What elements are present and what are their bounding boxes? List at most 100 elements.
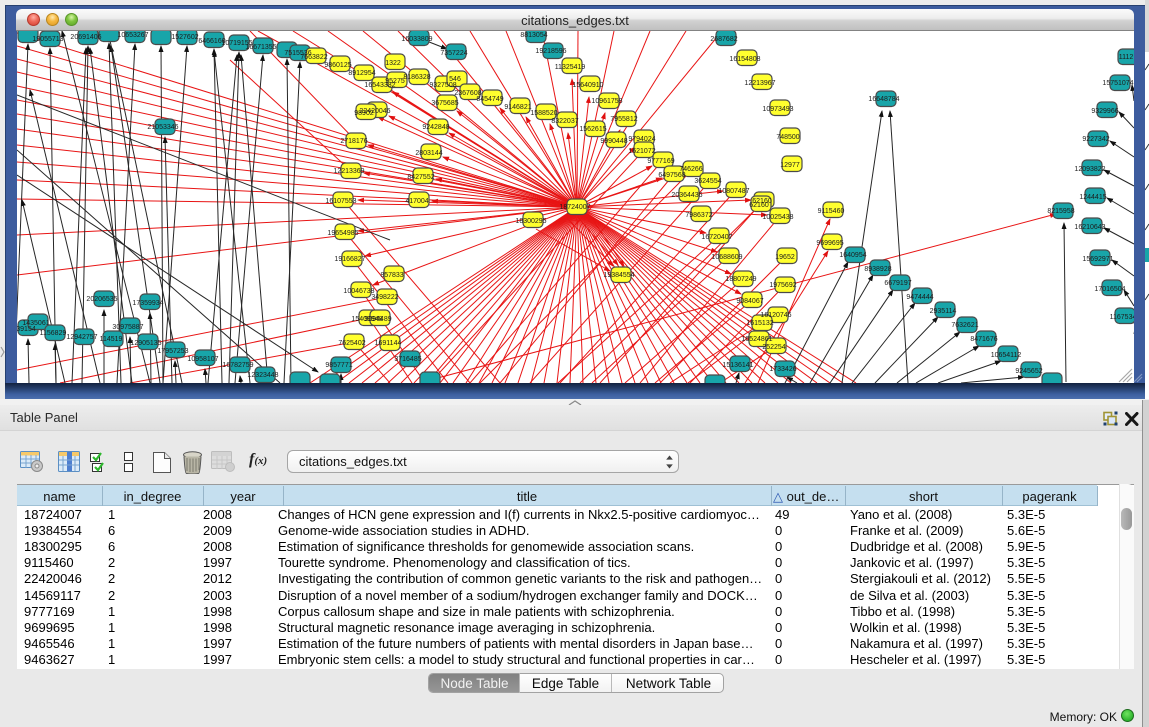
svg-text:3675685: 3675685: [431, 100, 458, 107]
svg-text:16782759: 16782759: [222, 362, 253, 369]
svg-text:16120746: 16120746: [760, 312, 791, 319]
svg-text:1588520: 1588520: [530, 110, 557, 117]
svg-text:1435061: 1435061: [22, 320, 49, 327]
svg-text:9699695: 9699695: [816, 240, 843, 247]
svg-text:16671355: 16671355: [245, 44, 276, 51]
svg-text:15751074: 15751074: [1102, 80, 1133, 87]
svg-text:9245652: 9245652: [1015, 368, 1042, 375]
svg-text:10807487: 10807487: [718, 188, 749, 195]
svg-text:7625402: 7625402: [338, 340, 365, 347]
svg-text:12905135: 12905135: [130, 340, 161, 347]
svg-text:16524861: 16524861: [741, 336, 772, 343]
svg-text:98902: 98902: [354, 110, 374, 117]
svg-text:8186328: 8186328: [403, 74, 430, 81]
svg-text:1156829: 1156829: [40, 330, 67, 337]
svg-text:8322037: 8322037: [551, 118, 578, 125]
svg-text:9474444: 9474444: [906, 294, 933, 301]
svg-text:7663822: 7663822: [300, 54, 327, 61]
svg-text:2803144: 2803144: [415, 150, 442, 157]
svg-text:9860125: 9860125: [324, 62, 351, 69]
svg-text:15692971: 15692971: [1082, 256, 1113, 263]
svg-text:9115460: 9115460: [818, 208, 845, 215]
svg-text:9794024: 9794024: [628, 136, 655, 143]
svg-text:17359934: 17359934: [132, 300, 163, 307]
svg-text:10973493: 10973493: [762, 106, 793, 113]
svg-text:10046738: 10046738: [343, 288, 374, 295]
svg-text:3624554: 3624554: [694, 178, 721, 185]
svg-text:18807249: 18807249: [725, 276, 756, 283]
svg-text:1691144: 1691144: [375, 340, 402, 347]
svg-text:748500: 748500: [776, 134, 799, 141]
svg-text:8912954: 8912954: [348, 70, 375, 77]
svg-text:16648784: 16648784: [868, 96, 899, 103]
svg-text:16107553: 16107553: [325, 198, 356, 205]
svg-text:10653267: 10653267: [117, 32, 148, 39]
svg-text:39154: 39154: [17, 326, 36, 333]
svg-text:17016504: 17016504: [1094, 286, 1125, 293]
svg-text:16033809: 16033809: [401, 36, 432, 43]
svg-text:10961758: 10961758: [591, 98, 622, 105]
svg-text:19218596: 19218596: [535, 48, 566, 55]
svg-text:7632621: 7632621: [951, 322, 978, 329]
svg-text:9329966: 9329966: [1091, 108, 1118, 115]
svg-text:1112: 1112: [1119, 54, 1134, 61]
svg-text:8427552: 8427552: [407, 174, 434, 181]
svg-text:16720407: 16720407: [701, 234, 732, 241]
svg-text:12977: 12977: [780, 162, 800, 169]
svg-text:10958107: 10958107: [187, 356, 218, 363]
svg-text:10025438: 10025438: [762, 214, 793, 221]
svg-text:857833: 857833: [380, 272, 403, 279]
svg-text:12323448: 12323448: [247, 372, 278, 379]
svg-text:9327508: 9327508: [429, 82, 456, 89]
svg-text:20691406: 20691406: [70, 34, 101, 41]
svg-text:7357224: 7357224: [440, 50, 467, 57]
svg-text:30975887: 30975887: [112, 324, 143, 331]
svg-text:9777169: 9777169: [647, 158, 674, 165]
svg-text:6497568: 6497568: [658, 172, 685, 179]
svg-text:12942757: 12942757: [66, 334, 97, 341]
svg-text:19384554: 19384554: [603, 272, 634, 279]
svg-text:11325419: 11325419: [555, 64, 586, 71]
svg-text:15136141: 15136141: [722, 362, 753, 369]
svg-text:8471676: 8471676: [970, 336, 997, 343]
svg-text:9990448: 9990448: [600, 138, 627, 145]
svg-text:114519: 114519: [100, 336, 123, 343]
svg-text:1621072: 1621072: [628, 148, 655, 155]
svg-text:3498222: 3498222: [371, 294, 398, 301]
svg-text:546: 546: [449, 76, 461, 83]
svg-text:1322: 1322: [385, 60, 401, 67]
svg-text:1615132: 1615132: [746, 320, 773, 327]
svg-text:3716485: 3716485: [394, 356, 421, 363]
svg-text:12213967: 12213967: [744, 80, 775, 87]
svg-text:1562615: 1562615: [579, 126, 606, 133]
svg-text:17957253: 17957253: [157, 348, 188, 355]
svg-text:15640910: 15640910: [572, 82, 603, 89]
svg-text:19654985: 19654985: [327, 230, 358, 237]
svg-text:8938928: 8938928: [864, 266, 891, 273]
svg-text:9146821: 9146821: [504, 104, 531, 111]
svg-text:19652: 19652: [775, 254, 795, 261]
svg-text:417004: 417004: [405, 198, 428, 205]
svg-text:19166827: 19166827: [334, 256, 365, 263]
svg-text:2935114: 2935114: [930, 308, 957, 315]
svg-text:9227342: 9227342: [1082, 136, 1109, 143]
svg-text:12213369: 12213369: [333, 168, 364, 175]
svg-text:9242848: 9242848: [422, 124, 449, 131]
svg-text:10688609: 10688609: [711, 254, 742, 261]
svg-text:7955812: 7955812: [610, 116, 637, 123]
svg-text:8215958: 8215958: [1047, 208, 1074, 215]
svg-text:20206535: 20206535: [86, 296, 117, 303]
svg-text:252254: 252254: [762, 344, 785, 351]
svg-text:18300295: 18300295: [515, 218, 546, 225]
svg-text:1733426: 1733426: [769, 366, 796, 373]
svg-text:1640954: 1640954: [839, 252, 866, 259]
svg-text:18724007: 18724007: [559, 204, 590, 211]
svg-text:2687682: 2687682: [710, 36, 737, 43]
svg-text:7986372: 7986372: [685, 212, 712, 219]
svg-text:19055713: 19055713: [32, 36, 63, 43]
svg-text:16154808: 16154808: [729, 56, 760, 63]
svg-text:1244415: 1244415: [1079, 194, 1106, 201]
svg-text:10654112: 10654112: [991, 352, 1022, 359]
svg-text:20364436: 20364436: [671, 192, 702, 199]
svg-text:2718176: 2718176: [340, 138, 367, 145]
